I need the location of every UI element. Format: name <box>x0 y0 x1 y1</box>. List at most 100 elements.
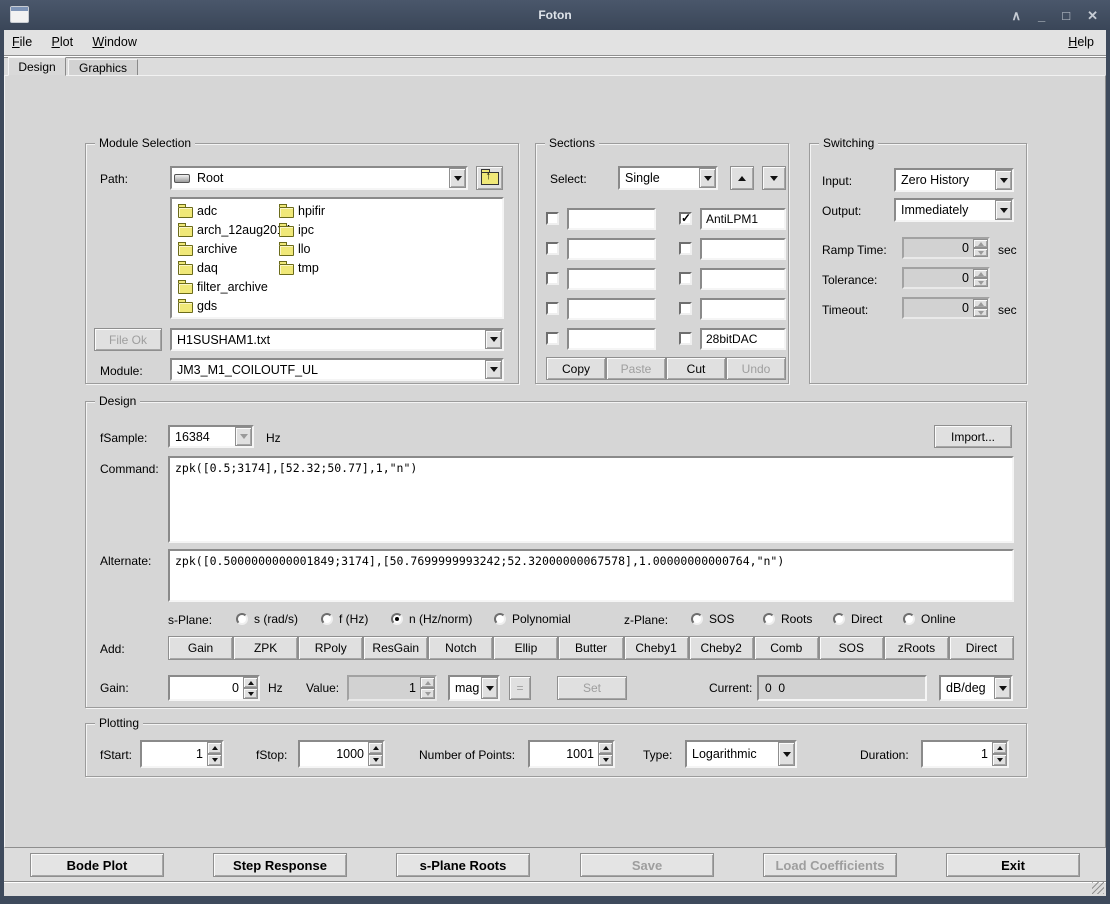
spin-down-icon[interactable] <box>598 754 613 766</box>
maximize-icon[interactable]: □ <box>1062 9 1070 22</box>
section-checkbox-2[interactable] <box>546 242 559 255</box>
tab-graphics[interactable]: Graphics <box>68 59 138 76</box>
output-combobox[interactable]: Immediately <box>894 198 1014 222</box>
radio-polynomial[interactable]: Polynomial <box>494 612 571 626</box>
add-zpk-button[interactable]: ZPK <box>233 636 298 660</box>
spin-down-icon[interactable] <box>207 754 222 766</box>
mag-combobox[interactable]: mag <box>448 675 500 701</box>
titlebar[interactable]: Foton ∧ _ □ ✕ <box>0 0 1110 30</box>
menu-window[interactable]: Window <box>84 30 144 49</box>
splane-roots-button[interactable]: s-Plane Roots <box>396 853 530 877</box>
section-checkbox-9[interactable] <box>679 302 692 315</box>
radio-f-hz[interactable]: f (Hz) <box>321 612 368 626</box>
section-name-field-6[interactable]: AntiLPM1 <box>700 208 786 230</box>
spin-up-icon[interactable] <box>973 239 988 248</box>
radio-s-rad[interactable]: s (rad/s) <box>236 612 298 626</box>
menu-help[interactable]: Help <box>1060 30 1102 49</box>
menu-plot[interactable]: Plot <box>44 30 82 49</box>
section-name-field-4[interactable] <box>567 298 656 320</box>
section-move-up-button[interactable] <box>730 166 754 190</box>
section-move-down-button[interactable] <box>762 166 786 190</box>
spin-up-icon[interactable] <box>243 677 258 688</box>
section-checkbox-7[interactable] <box>679 242 692 255</box>
unit-dropdown-arrow[interactable] <box>994 677 1011 699</box>
add-cheby1-button[interactable]: Cheby1 <box>624 636 689 660</box>
copy-button[interactable]: Copy <box>546 357 606 380</box>
tolerance-spinner[interactable]: 0 <box>902 267 990 289</box>
spin-up-icon[interactable] <box>973 299 988 308</box>
section-name-field-8[interactable] <box>700 268 786 290</box>
radio-online[interactable]: Online <box>903 612 956 626</box>
section-checkbox-3[interactable] <box>546 272 559 285</box>
spin-down-icon[interactable] <box>973 248 988 257</box>
save-button[interactable]: Save <box>580 853 714 877</box>
section-select-combobox[interactable]: Single <box>618 166 718 190</box>
unit-combobox[interactable]: dB/deg <box>939 675 1013 701</box>
section-checkbox-8[interactable] <box>679 272 692 285</box>
resize-grip-icon[interactable] <box>1092 882 1104 894</box>
spin-up-icon[interactable] <box>973 269 988 278</box>
shade-icon[interactable]: ∧ <box>1011 9 1021 22</box>
exit-button[interactable]: Exit <box>946 853 1080 877</box>
section-name-field-2[interactable] <box>567 238 656 260</box>
spin-up-icon[interactable] <box>992 742 1007 754</box>
cut-button[interactable]: Cut <box>666 357 726 380</box>
section-name-field-5[interactable] <box>567 328 656 350</box>
equals-button[interactable]: = <box>509 676 531 700</box>
add-comb-button[interactable]: Comb <box>754 636 819 660</box>
add-rpoly-button[interactable]: RPoly <box>298 636 363 660</box>
import-button[interactable]: Import... <box>934 425 1012 448</box>
folder-item[interactable]: daq <box>178 261 218 278</box>
spin-up-icon[interactable] <box>598 742 613 754</box>
section-checkbox-6[interactable] <box>679 212 692 225</box>
section-name-field-9[interactable] <box>700 298 786 320</box>
radio-n-hznorm[interactable]: n (Hz/norm) <box>391 612 472 626</box>
spin-down-icon[interactable] <box>973 278 988 287</box>
add-zroots-button[interactable]: zRoots <box>884 636 949 660</box>
folder-item[interactable]: llo <box>279 242 311 259</box>
folder-item[interactable]: adc <box>178 204 217 221</box>
up-directory-button[interactable] <box>476 166 503 190</box>
mag-dropdown-arrow[interactable] <box>481 677 498 699</box>
spin-down-icon[interactable] <box>243 688 258 699</box>
output-dropdown-arrow[interactable] <box>995 200 1012 220</box>
section-name-field-3[interactable] <box>567 268 656 290</box>
load-coefficients-button[interactable]: Load Coefficients <box>763 853 897 877</box>
input-combobox[interactable]: Zero History <box>894 168 1014 192</box>
minimize-icon[interactable]: _ <box>1038 9 1045 22</box>
fstart-spinner[interactable]: 1 <box>140 740 224 768</box>
section-name-field-10[interactable]: 28bitDAC <box>700 328 786 350</box>
section-checkbox-5[interactable] <box>546 332 559 345</box>
add-gain-button[interactable]: Gain <box>168 636 233 660</box>
duration-spinner[interactable]: 1 <box>921 740 1009 768</box>
section-checkbox-10[interactable] <box>679 332 692 345</box>
section-name-field-1[interactable] <box>567 208 656 230</box>
section-select-dropdown-arrow[interactable] <box>699 168 716 188</box>
section-checkbox-1[interactable] <box>546 212 559 225</box>
paste-button[interactable]: Paste <box>606 357 666 380</box>
spin-down-icon[interactable] <box>992 754 1007 766</box>
file-dropdown-arrow[interactable] <box>485 330 502 349</box>
alternate-textarea[interactable]: zpk([0.5000000000001849;3174],[50.769999… <box>168 549 1014 602</box>
undo-button[interactable]: Undo <box>726 357 786 380</box>
spin-up-icon[interactable] <box>368 742 383 754</box>
folder-item[interactable]: arch_12aug2014 <box>178 223 291 240</box>
folder-item[interactable]: hpifir <box>279 204 325 221</box>
add-butter-button[interactable]: Butter <box>558 636 623 660</box>
type-dropdown-arrow[interactable] <box>778 742 795 766</box>
add-cheby2-button[interactable]: Cheby2 <box>689 636 754 660</box>
radio-sos[interactable]: SOS <box>691 612 734 626</box>
ramp-time-spinner[interactable]: 0 <box>902 237 990 259</box>
folder-item[interactable]: archive <box>178 242 237 259</box>
gain-spinner[interactable]: 0 <box>168 675 260 701</box>
folder-list[interactable]: adc arch_12aug2014 archive daq filter_ar… <box>170 197 504 319</box>
module-dropdown-arrow[interactable] <box>485 360 502 379</box>
add-sos-button[interactable]: SOS <box>819 636 884 660</box>
set-button[interactable]: Set <box>557 676 627 700</box>
folder-item[interactable]: tmp <box>279 261 319 278</box>
add-notch-button[interactable]: Notch <box>428 636 493 660</box>
close-icon[interactable]: ✕ <box>1087 9 1098 22</box>
spin-up-icon[interactable] <box>207 742 222 754</box>
folder-item[interactable]: gds <box>178 299 217 316</box>
tab-design[interactable]: Design <box>8 57 66 76</box>
